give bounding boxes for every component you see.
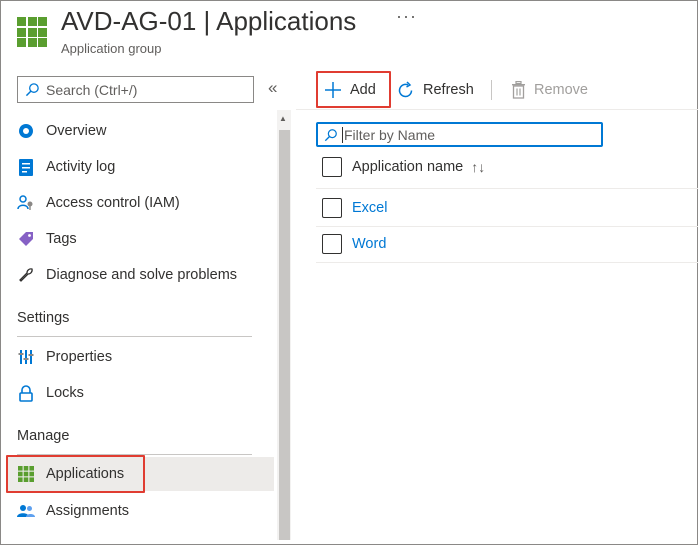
sidebar-item-label: Activity log <box>46 159 116 175</box>
table-header-row: Application name ↑↓ <box>322 157 485 177</box>
overview-icon <box>16 121 36 141</box>
lock-icon <box>16 383 36 403</box>
scroll-up-arrow-icon[interactable]: ▲ <box>279 114 287 123</box>
page-title: AVD-AG-01 | Applications <box>61 6 357 36</box>
search-icon <box>25 83 39 97</box>
iam-icon <box>16 193 36 213</box>
sidebar-search-input[interactable]: Search (Ctrl+/) <box>17 76 254 103</box>
toolbar-divider <box>296 109 698 110</box>
row-divider <box>316 226 698 227</box>
filter-placeholder: Filter by Name <box>344 126 436 143</box>
collapse-sidebar-button[interactable]: « <box>268 78 277 98</box>
section-heading-manage: Manage <box>17 428 70 444</box>
filter-by-name-input[interactable]: Filter by Name <box>316 122 603 147</box>
row-checkbox[interactable] <box>322 234 342 254</box>
table-row[interactable]: Excel <box>322 198 387 218</box>
row-divider <box>316 262 698 263</box>
sidebar-item-label: Diagnose and solve problems <box>46 267 238 283</box>
sidebar-item-properties[interactable]: Properties <box>16 342 112 372</box>
sidebar-item-overview[interactable]: Overview <box>16 116 106 146</box>
refresh-button-label: Refresh <box>423 82 474 98</box>
tag-icon <box>16 229 36 249</box>
search-icon <box>324 128 337 141</box>
application-group-icon <box>17 17 47 47</box>
text-cursor <box>342 126 343 143</box>
sidebar-item-label: Locks <box>46 385 84 401</box>
sidebar-item-label: Overview <box>46 123 107 139</box>
sidebar-item-label: Access control (IAM) <box>46 195 180 211</box>
users-icon <box>16 501 36 521</box>
settings-divider <box>17 336 252 337</box>
trash-icon <box>511 81 526 99</box>
column-header-application-name[interactable]: Application name <box>352 159 463 175</box>
sort-icon[interactable]: ↑↓ <box>471 159 485 175</box>
select-all-checkbox[interactable] <box>322 157 342 177</box>
section-heading-settings: Settings <box>17 310 70 326</box>
add-highlight-box <box>316 71 391 108</box>
application-link[interactable]: Excel <box>352 200 387 216</box>
sidebar-item-tags[interactable]: Tags <box>16 224 77 254</box>
sidebar-item-label: Tags <box>46 231 77 247</box>
sidebar-search-placeholder: Search (Ctrl+/) <box>46 81 138 98</box>
refresh-button[interactable]: Refresh <box>396 76 474 104</box>
application-link[interactable]: Word <box>352 236 386 252</box>
sidebar-item-activity-log[interactable]: Activity log <box>16 152 115 182</box>
row-checkbox[interactable] <box>322 198 342 218</box>
sidebar-item-access-control[interactable]: Access control (IAM) <box>16 188 180 218</box>
sidebar-item-diagnose[interactable]: Diagnose and solve problems <box>16 260 237 290</box>
header-divider <box>316 188 698 189</box>
properties-icon <box>16 347 36 367</box>
page-subtitle: Application group <box>61 41 162 56</box>
sidebar-item-locks[interactable]: Locks <box>16 378 84 408</box>
sidebar-scrollbar-thumb[interactable] <box>279 130 290 540</box>
remove-button[interactable]: Remove <box>511 76 588 104</box>
activity-log-icon <box>16 157 36 177</box>
wrench-icon <box>16 265 36 285</box>
applications-highlight-box <box>6 455 145 493</box>
sidebar-item-assignments[interactable]: Assignments <box>16 496 129 526</box>
remove-button-label: Remove <box>534 82 588 98</box>
refresh-icon <box>396 80 415 100</box>
table-row[interactable]: Word <box>322 234 386 254</box>
sidebar-item-label: Properties <box>46 349 113 365</box>
toolbar-separator <box>491 80 492 100</box>
sidebar-item-label: Assignments <box>46 503 130 519</box>
more-options-button[interactable]: ··· <box>396 6 417 27</box>
